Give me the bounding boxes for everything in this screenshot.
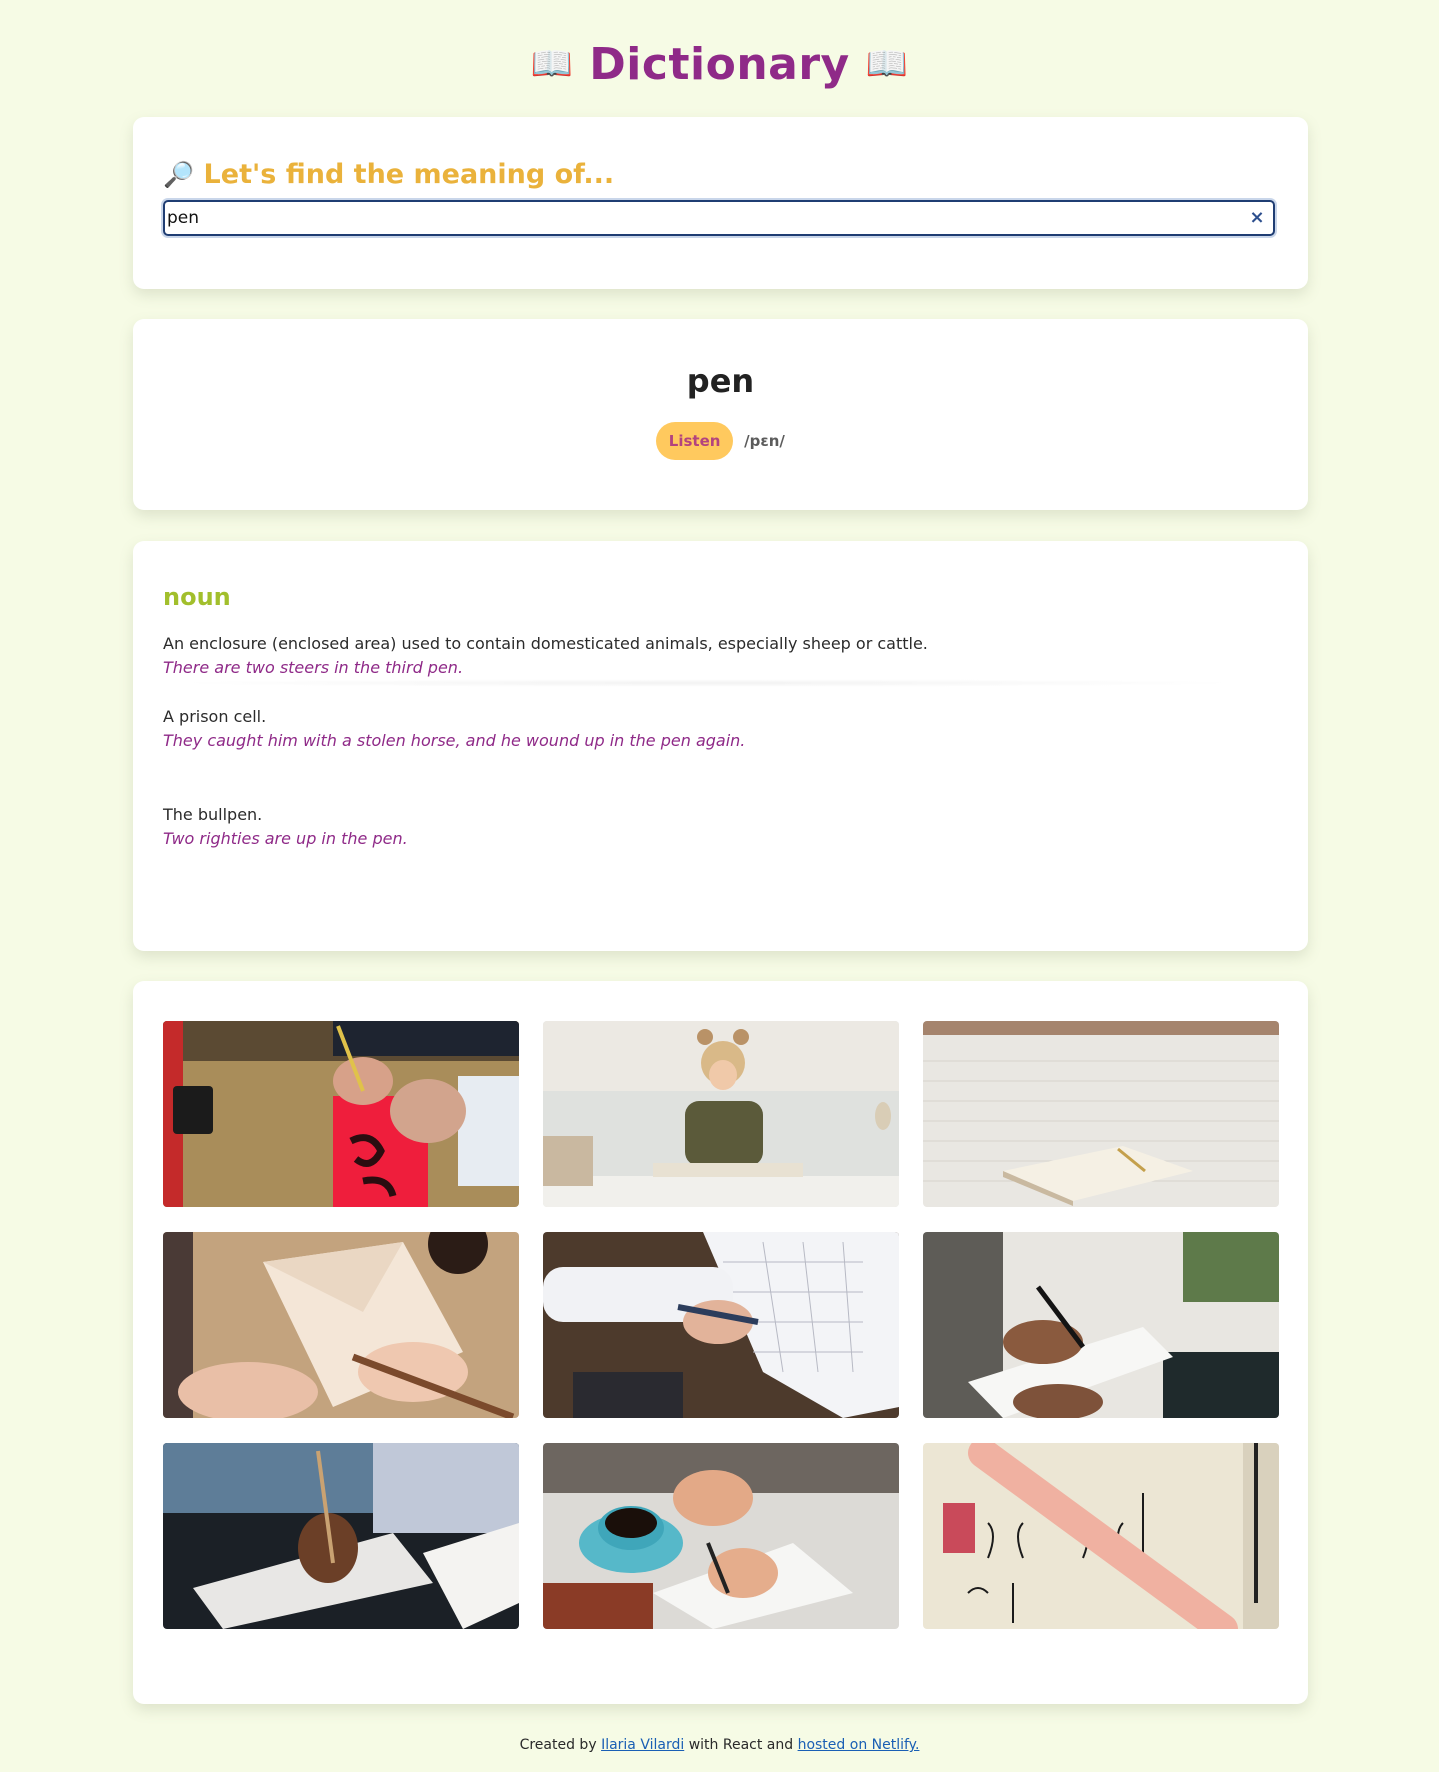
photo-calligraphy[interactable] <box>163 1021 519 1207</box>
coffee-and-notebook-photo-image <box>543 1443 899 1629</box>
phonetic-text: /pɛn/ <box>744 432 785 450</box>
definition-text: An enclosure (enclosed area) used to con… <box>163 634 928 653</box>
open-book-icon: 📖 <box>865 44 909 84</box>
word-card: pen Listen /pɛn/ <box>133 319 1308 510</box>
author-link[interactable]: Ilaria Vilardi <box>601 1737 684 1753</box>
app-title-text: Dictionary <box>589 39 850 90</box>
calligraphy-photo-image <box>163 1021 519 1207</box>
notebook-on-bed-photo-image <box>923 1021 1279 1207</box>
photo-hand-notebook[interactable] <box>163 1443 519 1629</box>
photo-grid <box>163 1021 1279 1629</box>
footer-middle: with React and <box>684 1737 798 1753</box>
meanings-card: noun An enclosure (enclosed area) used t… <box>133 541 1308 951</box>
search-input[interactable] <box>167 202 1237 234</box>
definition-text: A prison cell. <box>163 707 267 726</box>
footer: Created by Ilaria Vilardi with React and… <box>0 1737 1439 1753</box>
photo-math-notes[interactable] <box>923 1443 1279 1629</box>
clear-icon[interactable]: × <box>1247 206 1267 230</box>
app-title: 📖 Dictionary 📖 <box>0 36 1439 93</box>
search-card: 🔎 Let's find the meaning of... × <box>133 117 1308 289</box>
netlify-link[interactable]: hosted on Netlify. <box>798 1737 920 1753</box>
math-notes-photo-image <box>923 1443 1279 1629</box>
pronunciation-row: Listen /pɛn/ <box>133 422 1308 460</box>
search-heading-text: Let's find the meaning of... <box>203 159 615 190</box>
part-of-speech: noun <box>163 583 231 611</box>
example-text: There are two steers in the third pen. <box>163 658 464 677</box>
example-text: Two righties are up in the pen. <box>163 829 408 848</box>
photos-card <box>133 981 1308 1704</box>
photo-fountain-pen-letter[interactable] <box>163 1232 519 1418</box>
pen-and-calendar-photo-image <box>543 1232 899 1418</box>
open-book-icon: 📖 <box>530 44 574 84</box>
hand-notebook-photo-image <box>163 1443 519 1629</box>
definition-text: The bullpen. <box>163 805 263 824</box>
girl-writing-photo-image <box>543 1021 899 1207</box>
search-heading: 🔎 Let's find the meaning of... <box>163 155 614 195</box>
example-text: They caught him with a stolen horse, and… <box>163 731 746 750</box>
clipboard-writing-photo-image <box>923 1232 1279 1418</box>
photo-clipboard-writing[interactable] <box>923 1232 1279 1418</box>
definition-divider <box>163 679 1253 687</box>
photo-girl-writing[interactable] <box>543 1021 899 1207</box>
photo-pen-and-calendar[interactable] <box>543 1232 899 1418</box>
photo-coffee-and-notebook[interactable] <box>543 1443 899 1629</box>
listen-button[interactable]: Listen <box>656 422 734 460</box>
footer-prefix: Created by <box>519 1737 602 1753</box>
magnifier-icon: 🔎 <box>163 160 195 189</box>
word-title: pen <box>686 362 755 400</box>
fountain-pen-letter-photo-image <box>163 1232 519 1418</box>
photo-notebook-on-bed[interactable] <box>923 1021 1279 1207</box>
search-box: × <box>163 200 1275 236</box>
